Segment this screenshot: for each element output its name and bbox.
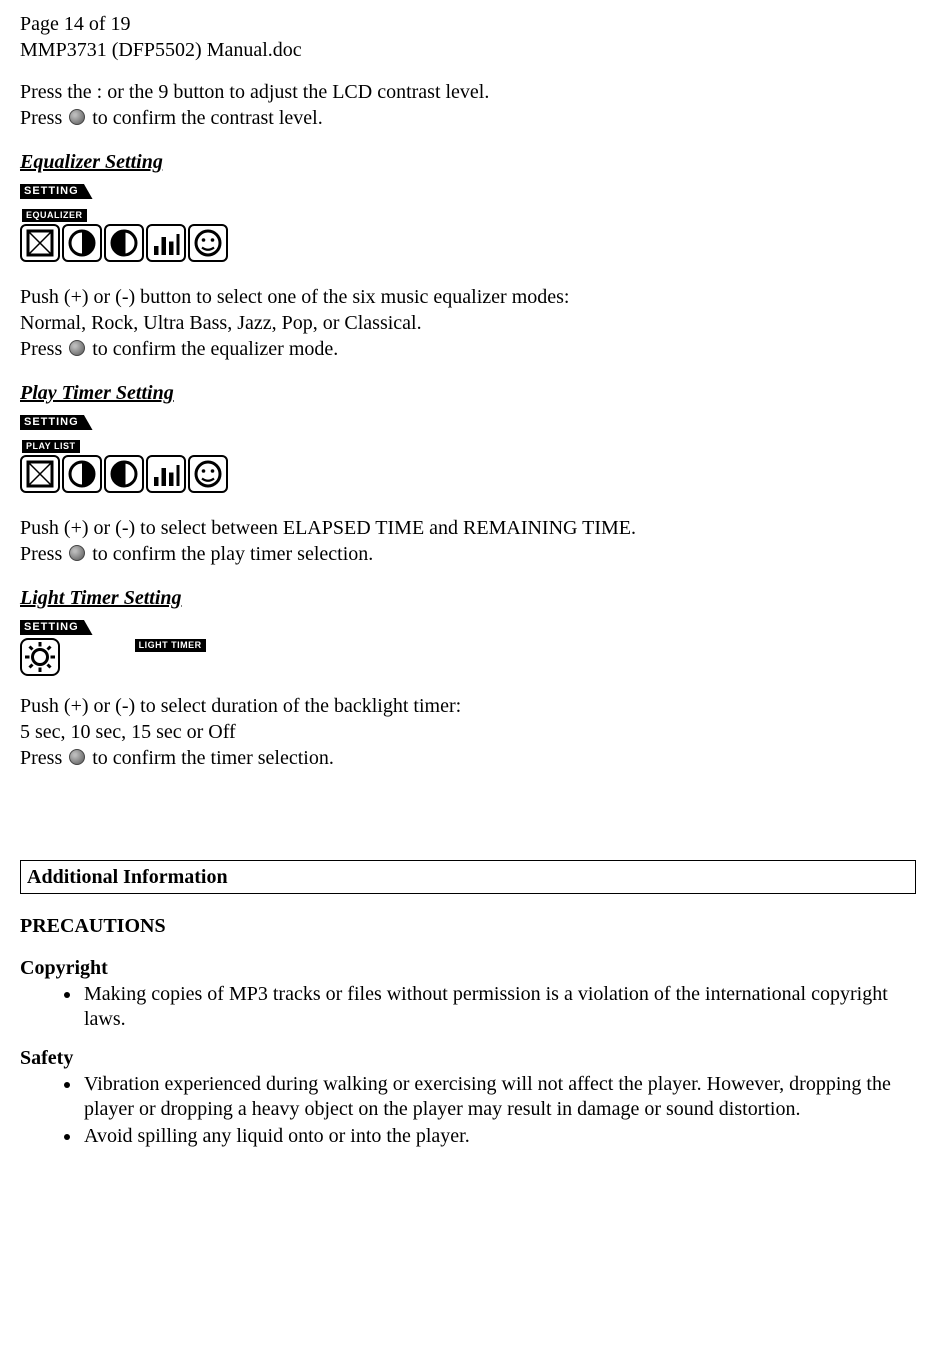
lcd-icon-repeat — [20, 224, 60, 262]
equalizer-instruction-1: Push (+) or (-) button to select one of … — [20, 285, 916, 309]
safety-list: Vibration experienced during walking or … — [20, 1072, 916, 1149]
lcd-icon-half — [104, 224, 144, 262]
text-fragment: Press — [20, 338, 67, 360]
play-button-icon — [69, 109, 85, 125]
lcd-icon-repeat — [20, 455, 60, 493]
play-button-icon — [69, 749, 85, 765]
safety-heading: Safety — [20, 1046, 916, 1070]
copyright-heading: Copyright — [20, 956, 916, 980]
play-button-icon — [69, 545, 85, 561]
list-item: Making copies of MP3 tracks or files wit… — [82, 982, 916, 1032]
lcd-icon-contrast — [62, 224, 102, 262]
text-fragment: button to adjust the LCD contrast level. — [168, 81, 489, 103]
lcd-setting-tab: SETTING — [20, 620, 93, 635]
text-fragment: Press — [20, 543, 67, 565]
lcd-setting-tab: SETTING — [20, 415, 93, 430]
list-item: Vibration experienced during walking or … — [82, 1072, 916, 1122]
page-number: Page 14 of 19 — [20, 12, 916, 36]
lcd-icon-half — [104, 455, 144, 493]
button-glyph-9: 9 — [158, 81, 168, 103]
precautions-heading: PRECAUTIONS — [20, 914, 916, 938]
text-fragment: to confirm the timer selection. — [87, 747, 334, 769]
playtimer-instruction-1: Push (+) or (-) to select between ELAPSE… — [20, 516, 916, 540]
contrast-instruction-1: Press the : or the 9 button to adjust th… — [20, 80, 916, 104]
doc-filename: MMP3731 (DFP5502) Manual.doc — [20, 38, 916, 62]
lcd-icon-face — [188, 455, 228, 493]
equalizer-instruction-2: Normal, Rock, Ultra Bass, Jazz, Pop, or … — [20, 311, 916, 335]
lighttimer-instruction-3: Press to confirm the timer selection. — [20, 746, 916, 770]
lighttimer-instruction-2: 5 sec, 10 sec, 15 sec or Off — [20, 720, 916, 744]
lighttimer-heading: Light Timer Setting — [20, 586, 916, 610]
lcd-icon-equalizer — [146, 224, 186, 262]
equalizer-lcd-graphic: SETTING EQUALIZER — [20, 176, 916, 267]
lcd-icon-face — [188, 224, 228, 262]
lighttimer-instruction-1: Push (+) or (-) to select duration of th… — [20, 694, 916, 718]
lcd-icon-equalizer — [146, 455, 186, 493]
equalizer-instruction-3: Press to confirm the equalizer mode. — [20, 337, 916, 361]
playtimer-heading: Play Timer Setting — [20, 381, 916, 405]
playtimer-instruction-2: Press to confirm the play timer selectio… — [20, 542, 916, 566]
text-fragment: Press — [20, 107, 67, 129]
lcd-equalizer-label: EQUALIZER — [22, 209, 87, 222]
text-fragment: Press the : or the — [20, 81, 158, 103]
copyright-list: Making copies of MP3 tracks or files wit… — [20, 982, 916, 1032]
playtimer-lcd-graphic: SETTING PLAY LIST — [20, 407, 916, 498]
text-fragment: to confirm the contrast level. — [87, 107, 322, 129]
equalizer-heading: Equalizer Setting — [20, 150, 916, 174]
lcd-icon-contrast — [62, 455, 102, 493]
text-fragment: Press — [20, 747, 67, 769]
additional-info-box: Additional Information — [20, 860, 916, 894]
contrast-instruction-2: Press to confirm the contrast level. — [20, 106, 916, 130]
lighttimer-lcd-graphic: SETTING LIGHT TIMER — [20, 612, 916, 676]
text-fragment: to confirm the play timer selection. — [87, 543, 373, 565]
list-item: Avoid spilling any liquid onto or into t… — [82, 1124, 916, 1149]
lcd-playlist-label: PLAY LIST — [22, 440, 80, 453]
text-fragment: to confirm the equalizer mode. — [87, 338, 338, 360]
lcd-lighttimer-label: LIGHT TIMER — [135, 639, 206, 652]
lcd-setting-tab: SETTING — [20, 184, 93, 199]
lcd-icon-light — [20, 638, 60, 676]
play-button-icon — [69, 340, 85, 356]
